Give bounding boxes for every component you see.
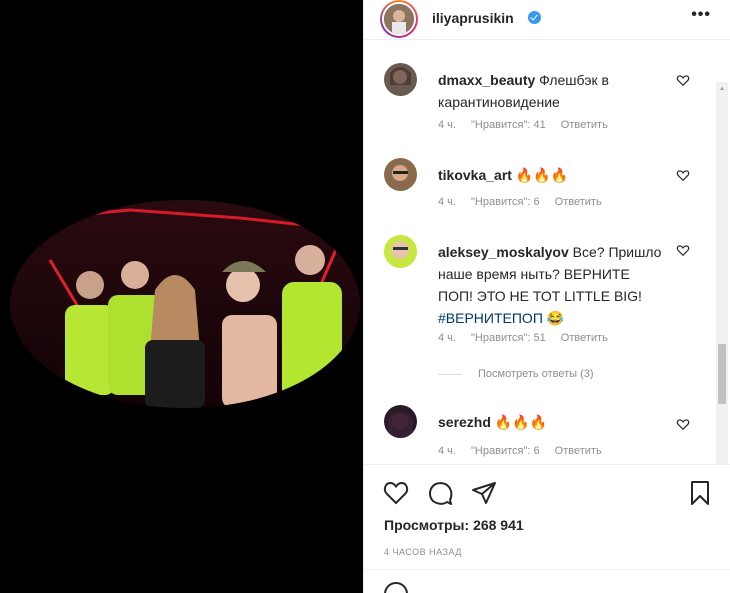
emoji-picker-icon[interactable] xyxy=(384,582,408,593)
reply-button[interactable]: Ответить xyxy=(561,119,608,131)
bookmark-icon[interactable] xyxy=(686,479,714,507)
post-actions: Просмотры: 268 941 4 часов назад xyxy=(364,464,730,593)
author-username[interactable]: iliyaprusikin xyxy=(432,10,514,26)
comment-text: dmaxx_beauty Флешбэк в карантиновидение xyxy=(438,69,663,113)
replies-divider xyxy=(438,373,462,375)
commenter-avatar[interactable] xyxy=(384,158,417,191)
verified-badge-icon xyxy=(528,11,541,24)
comment-time[interactable]: 4 ч. xyxy=(438,119,456,131)
comment-meta: 4 ч. "Нравится": 51 Ответить xyxy=(438,332,620,344)
scrollbar-thumb[interactable] xyxy=(718,344,726,404)
video-still xyxy=(10,200,360,408)
view-replies-label: Посмотреть ответы (3) xyxy=(478,368,594,380)
author-avatar-image xyxy=(382,2,416,36)
post-header: iliyaprusikin ••• xyxy=(364,0,730,40)
add-comment-bar xyxy=(364,569,730,593)
like-comment-icon[interactable] xyxy=(676,417,690,431)
commenter-avatar[interactable] xyxy=(384,235,417,268)
post-timestamp[interactable]: 4 часов назад xyxy=(384,547,462,557)
like-post-icon[interactable] xyxy=(382,479,410,507)
video-frame[interactable] xyxy=(10,200,360,408)
comment-emoji: 😂 xyxy=(542,310,565,326)
comment-time[interactable]: 4 ч. xyxy=(438,332,456,344)
commenter-avatar[interactable] xyxy=(384,63,417,96)
comment-time[interactable]: 4 ч. xyxy=(438,445,456,457)
comment-text: tikovka_art 🔥🔥🔥 xyxy=(438,164,663,186)
reply-button[interactable]: Ответить xyxy=(555,445,602,457)
reply-button[interactable]: Ответить xyxy=(555,196,602,208)
comments-list[interactable]: dmaxx_beauty Флешбэк в карантиновидение … xyxy=(364,41,730,464)
comment-likes[interactable]: "Нравится": 6 xyxy=(471,445,540,457)
post-media[interactable] xyxy=(0,0,363,593)
views-label: Просмотры: xyxy=(384,517,470,533)
commenter-username[interactable]: dmaxx_beauty xyxy=(438,72,535,88)
comment-likes[interactable]: "Нравится": 51 xyxy=(471,332,546,344)
view-replies-button[interactable]: Посмотреть ответы (3) xyxy=(438,368,594,380)
comment-text: aleksey_moskalyov Все? Пришло наше время… xyxy=(438,241,663,329)
more-options-icon[interactable]: ••• xyxy=(691,6,711,24)
comment-body: 🔥🔥🔥 xyxy=(511,167,569,183)
comment-likes[interactable]: "Нравится": 6 xyxy=(471,196,540,208)
comments-scrollbar[interactable]: ▲ ▼ xyxy=(716,82,728,464)
comment-time[interactable]: 4 ч. xyxy=(438,196,456,208)
like-comment-icon[interactable] xyxy=(676,168,690,182)
scroll-up-arrow-icon[interactable]: ▲ xyxy=(719,86,725,92)
post-sidebar: iliyaprusikin ••• dmaxx_beauty Флешбэк в… xyxy=(363,0,730,593)
commenter-username[interactable]: tikovka_art xyxy=(438,167,512,183)
commenter-username[interactable]: serezhd xyxy=(438,414,491,430)
comment-text: serezhd 🔥🔥🔥 xyxy=(438,411,663,433)
commenter-username[interactable]: aleksey_moskalyov xyxy=(438,244,569,260)
commenter-avatar[interactable] xyxy=(384,405,417,438)
like-comment-icon[interactable] xyxy=(676,73,690,87)
comment-body: 🔥🔥🔥 xyxy=(490,414,548,430)
comment-likes[interactable]: "Нравится": 41 xyxy=(471,119,546,131)
author-avatar[interactable] xyxy=(380,0,418,38)
comment-meta: 4 ч. "Нравится": 6 Ответить xyxy=(438,196,614,208)
views-number: 268 941 xyxy=(473,517,524,533)
comment-meta: 4 ч. "Нравится": 41 Ответить xyxy=(438,119,620,131)
comment-meta: 4 ч. "Нравится": 6 Ответить xyxy=(438,445,614,457)
comment-icon[interactable] xyxy=(426,479,454,507)
hashtag-link[interactable]: #ВЕРНИТЕПОП xyxy=(438,310,543,326)
view-count[interactable]: Просмотры: 268 941 xyxy=(384,517,524,533)
like-comment-icon[interactable] xyxy=(676,243,690,257)
share-icon[interactable] xyxy=(470,479,498,507)
reply-button[interactable]: Ответить xyxy=(561,332,608,344)
